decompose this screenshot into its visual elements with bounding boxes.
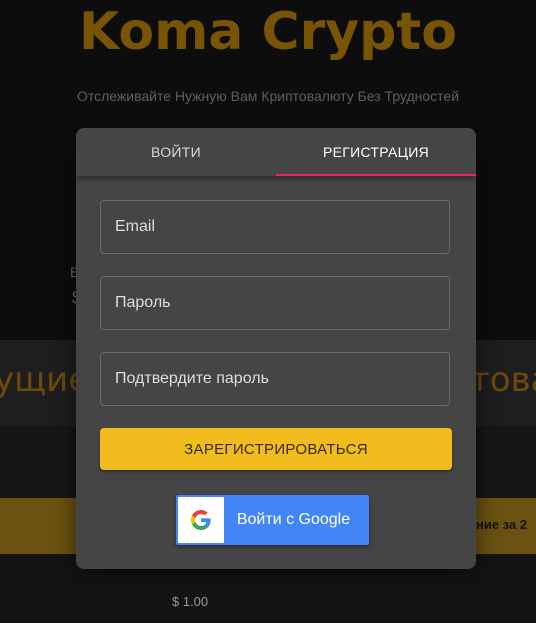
- confirm-password-input[interactable]: [101, 353, 449, 405]
- confirm-password-field[interactable]: [100, 352, 450, 406]
- email-field[interactable]: [100, 200, 450, 254]
- google-signin-button[interactable]: Войти с Google: [176, 495, 369, 545]
- tab-login-label: ВОЙТИ: [151, 144, 201, 160]
- active-tab-indicator: [276, 174, 476, 176]
- tab-login[interactable]: ВОЙТИ: [76, 128, 276, 176]
- background-heading-right: това: [470, 360, 536, 400]
- brand-title: Koma Crypto: [79, 2, 457, 62]
- google-icon-container: [178, 497, 224, 543]
- register-button[interactable]: ЗАРЕГИСТРИРОВАТЬСЯ: [100, 428, 452, 470]
- auth-modal: ВОЙТИ РЕГИСТРАЦИЯ ЗАРЕГИСТРИРОВАТЬСЯ Вой…: [76, 128, 476, 569]
- brand-tagline: Отслеживайте Нужную Вам Криптовалюту Без…: [76, 88, 460, 104]
- google-g-icon: [191, 510, 211, 530]
- background-banner-text: ние за 2: [476, 517, 528, 532]
- password-input[interactable]: [101, 277, 449, 329]
- google-signin-label: Войти с Google: [236, 511, 351, 528]
- tab-register[interactable]: РЕГИСТРАЦИЯ: [276, 128, 476, 176]
- tab-register-label: РЕГИСТРАЦИЯ: [322, 144, 430, 160]
- background-price: $ 1.00: [172, 594, 209, 609]
- password-field[interactable]: [100, 276, 450, 330]
- auth-tabs: ВОЙТИ РЕГИСТРАЦИЯ: [76, 128, 476, 176]
- email-input[interactable]: [101, 201, 449, 253]
